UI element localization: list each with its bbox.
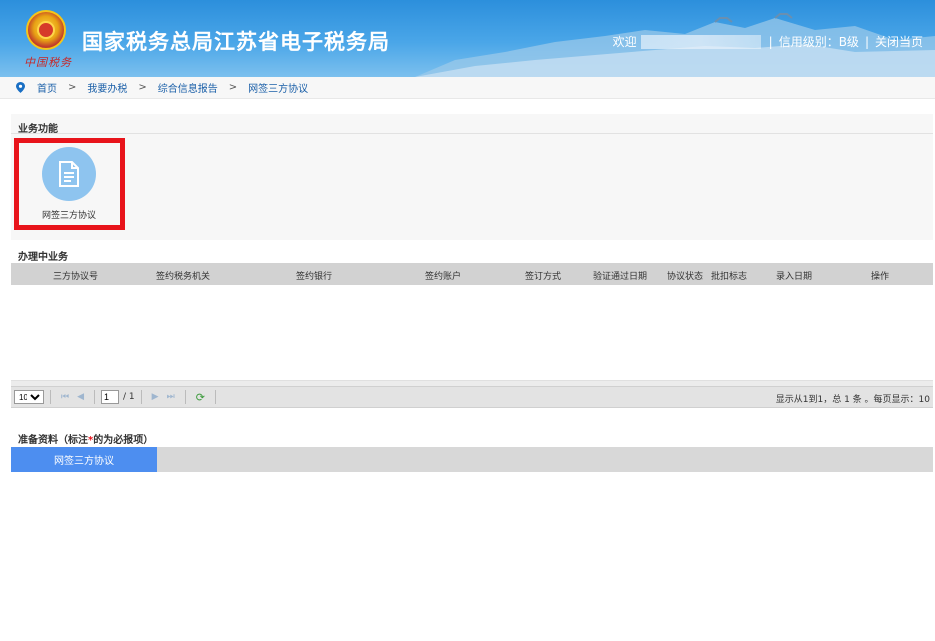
tab-online-tripartite-agreement[interactable]: 网签三方协议 — [11, 447, 157, 472]
tax-seal-text: 中国税务 — [24, 56, 72, 69]
breadcrumb-info-report[interactable]: 综合信息报告 — [158, 80, 218, 95]
breadcrumb-arrow: > — [228, 82, 238, 93]
document-icon-circle — [42, 147, 96, 201]
pager-divider — [214, 390, 216, 404]
first-page-icon[interactable]: ⏮ — [61, 392, 69, 402]
tile-label: 网签三方协议 — [41, 211, 96, 221]
location-pin-icon — [16, 82, 25, 93]
prep-title-prefix: 准备资料（标注 — [18, 435, 88, 446]
close-page-link[interactable]: 关闭当页 — [875, 33, 923, 50]
breadcrumb-arrow: > — [68, 82, 77, 93]
in-progress-title: 办理中业务 — [18, 252, 68, 263]
breadcrumb-tax-handling[interactable]: 我要办税 — [87, 80, 127, 95]
breadcrumb-current[interactable]: 网签三方协议 — [248, 80, 308, 95]
col-account: 签约账户 — [425, 272, 462, 282]
separator: | — [864, 34, 869, 49]
table-body — [11, 285, 933, 380]
pager-divider — [184, 390, 186, 404]
pager-divider — [50, 390, 51, 404]
col-bank: 签约银行 — [296, 272, 333, 282]
breadcrumb-arrow: > — [138, 82, 147, 93]
breadcrumb-home[interactable]: 首页 — [37, 80, 57, 95]
pagination-bar: 10 ⏮ ◀ / 1 ▶ ⏭ ⟳ 显示从1到1，总 1 条 。每页显示：10 — [11, 386, 933, 408]
redacted-username — [640, 34, 761, 49]
site-header: 中国税务 国家税务总局江苏省电子税务局 欢迎 | 信用级别：B级 | 关闭当页 — [0, 0, 935, 77]
online-tripartite-agreement-tile[interactable]: 网签三方协议 — [26, 142, 112, 222]
page-number-input[interactable] — [101, 390, 120, 404]
next-page-icon[interactable]: ▶ — [152, 392, 159, 402]
col-actions: 操作 — [871, 272, 890, 282]
welcome-text: 欢迎 — [612, 35, 637, 49]
table-header: 三方协议号 签约税务机关 签约银行 签约账户 签订方式 验证通过日期 协议状态 … — [11, 263, 933, 285]
pager-info: 显示从1到1，总 1 条 。每页显示：10 — [775, 395, 930, 405]
prep-title-suffix: 的为必报项） — [93, 435, 154, 446]
separator: | — [768, 34, 773, 49]
refresh-icon[interactable]: ⟳ — [196, 391, 205, 404]
col-tax-office: 签约税务机关 — [156, 272, 211, 282]
prep-materials-title: 准备资料（标注*的为必报项） — [18, 431, 153, 446]
col-agreement-status: 协议状态 — [667, 272, 704, 282]
site-title: 国家税务总局江苏省电子税务局 — [82, 30, 390, 54]
credit-level: 信用级别：B级 — [778, 35, 859, 49]
page-size-select[interactable]: 10 — [14, 390, 44, 404]
col-entry-date: 录入日期 — [776, 272, 813, 282]
col-verify-date: 验证通过日期 — [593, 272, 648, 282]
user-info-bar: 欢迎 | 信用级别：B级 | 关闭当页 — [613, 33, 923, 50]
national-emblem-icon — [26, 10, 66, 50]
section-divider — [11, 133, 933, 134]
document-icon — [59, 161, 79, 187]
col-batch-flag: 批扣标志 — [711, 272, 748, 282]
col-agreement-no: 三方协议号 — [53, 272, 99, 282]
pager-divider — [140, 390, 142, 404]
pager-divider — [94, 390, 96, 404]
breadcrumb: 首页 > 我要办税 > 综合信息报告 > 网签三方协议 — [0, 77, 935, 99]
col-sign-method: 签订方式 — [525, 272, 562, 282]
prev-page-icon[interactable]: ◀ — [77, 392, 84, 402]
total-pages: / 1 — [123, 392, 135, 402]
last-page-icon[interactable]: ⏭ — [167, 392, 175, 402]
